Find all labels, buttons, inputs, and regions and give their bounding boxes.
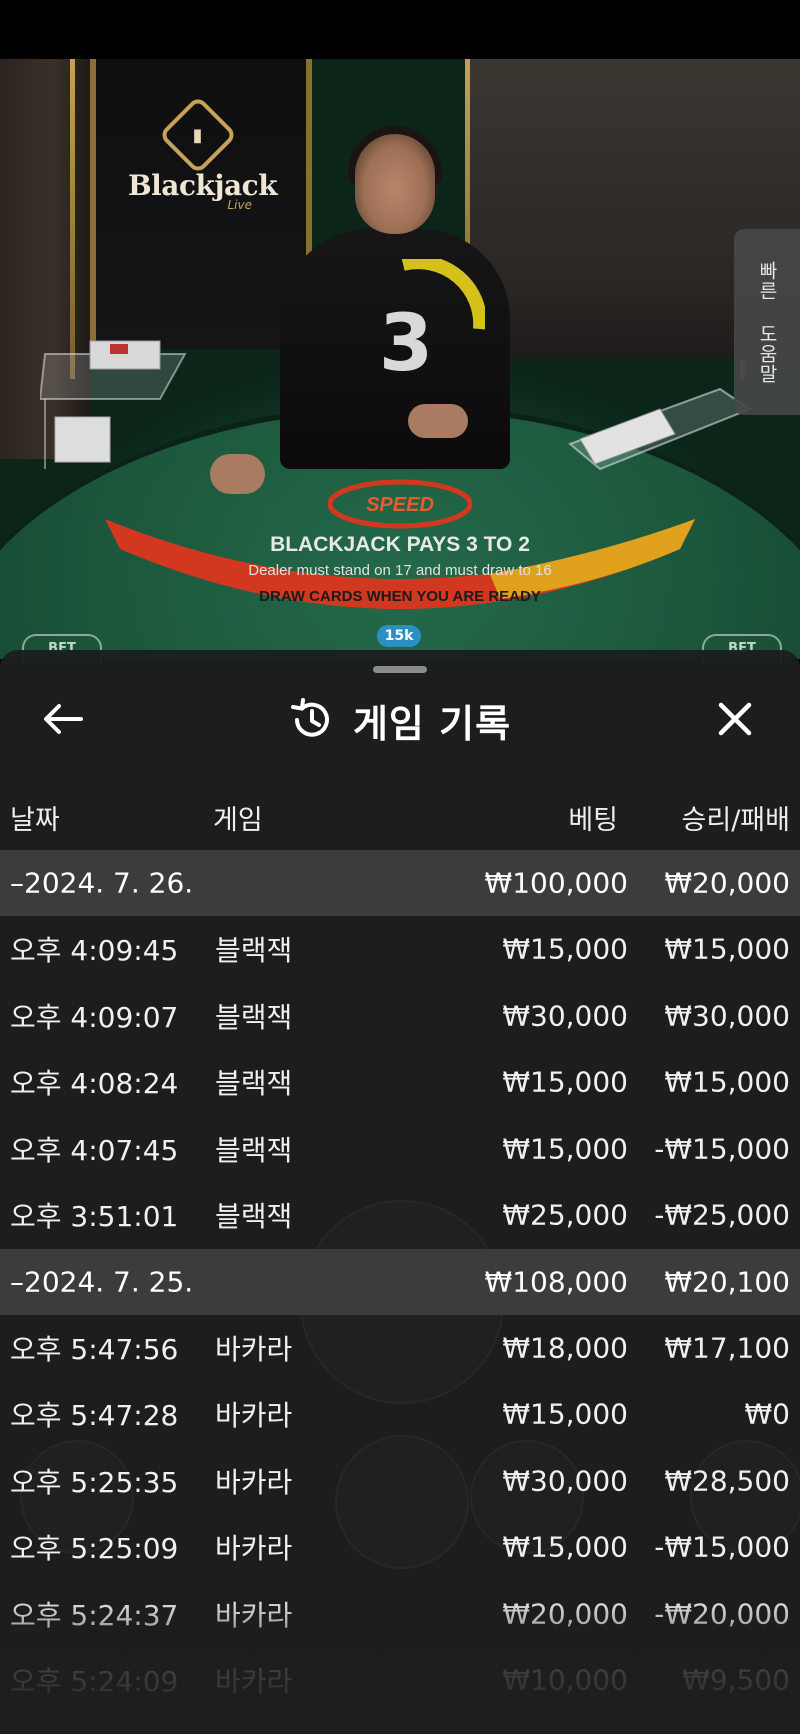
group-total-bet: ₩108,000 — [484, 1265, 628, 1298]
row-result: ₩17,100 — [664, 1331, 790, 1365]
round-timer: 3 — [355, 259, 485, 389]
quick-help-tab[interactable]: 빠른 도움말 — [734, 229, 800, 415]
column-header-game: 게임 — [213, 805, 263, 836]
row-game: 바카라 — [215, 1465, 293, 1499]
chip-value-badge: 15k — [377, 625, 421, 647]
game-history-panel: 게임 기록 날짜 게임 베팅 승리/패배 –2024. 7. 26. ₩100,… — [0, 650, 800, 1734]
row-game: 블랙잭 — [215, 1133, 293, 1167]
date-group-row[interactable]: –2024. 7. 26. ₩100,000 ₩20,000 — [0, 850, 800, 916]
row-time: 오후 4:09:07 — [10, 1000, 179, 1034]
row-time: 오후 5:24:09 — [10, 1665, 179, 1699]
history-row[interactable]: 오후 5:25:35 바카라 ₩30,000 ₩28,500 — [0, 1448, 800, 1515]
row-time: 오후 3:51:01 — [10, 1200, 179, 1234]
payout-text: BLACKJACK PAYS 3 TO 2 — [270, 533, 530, 556]
row-game: 블랙잭 — [215, 1000, 293, 1034]
row-result: -₩15,000 — [654, 1530, 790, 1564]
row-game: 바카라 — [215, 1399, 293, 1433]
close-icon — [718, 702, 752, 736]
history-row[interactable]: 오후 5:24:37 바카라 ₩20,000 -₩20,000 — [0, 1581, 800, 1648]
row-time: 오후 5:25:09 — [10, 1532, 179, 1566]
speed-brand-text: SPEED — [366, 494, 434, 516]
row-game: 블랙잭 — [215, 934, 293, 968]
row-bet: ₩20,000 — [502, 1597, 628, 1631]
row-result: ₩15,000 — [664, 1065, 790, 1099]
row-bet: ₩30,000 — [502, 1464, 628, 1498]
row-result: ₩28,500 — [664, 1464, 790, 1498]
row-bet: ₩25,000 — [502, 1198, 628, 1232]
history-icon — [289, 698, 333, 742]
arrow-left-icon — [44, 704, 83, 734]
back-button[interactable] — [38, 694, 88, 744]
blackjack-live-logo: ▮ Blackjack Live — [128, 95, 278, 227]
row-result: ₩15,000 — [664, 932, 790, 966]
row-bet: ₩15,000 — [502, 1397, 628, 1431]
row-result: -₩15,000 — [654, 1132, 790, 1166]
row-bet: ₩10,000 — [502, 1663, 628, 1697]
row-time: 오후 4:09:45 — [10, 934, 179, 968]
history-row[interactable]: 오후 4:07:45 블랙잭 ₩15,000 -₩15,000 — [0, 1116, 800, 1183]
row-result: ₩9,500 — [682, 1663, 790, 1697]
column-header-date: 날짜 — [10, 805, 60, 836]
column-header-bet: 베팅 — [568, 805, 618, 836]
cards-logo-icon: ▮ — [158, 95, 238, 175]
group-date: –2024. 7. 26. — [10, 866, 194, 900]
row-time: 오후 5:47:56 — [10, 1332, 179, 1366]
row-result: -₩25,000 — [654, 1198, 790, 1232]
history-row[interactable]: 오후 4:09:07 블랙잭 ₩30,000 ₩30,000 — [0, 983, 800, 1050]
row-time: 오후 5:24:37 — [10, 1598, 179, 1632]
row-bet: ₩18,000 — [502, 1331, 628, 1365]
row-bet: ₩15,000 — [502, 1132, 628, 1166]
group-total-result: ₩20,000 — [664, 866, 790, 900]
row-game: 바카라 — [215, 1332, 293, 1366]
row-game: 블랙잭 — [215, 1067, 293, 1101]
panel-title-group: 게임 기록 — [0, 680, 800, 760]
row-bet: ₩15,000 — [502, 1065, 628, 1099]
row-time: 오후 5:25:35 — [10, 1465, 179, 1499]
row-time: 오후 4:08:24 — [10, 1067, 179, 1101]
row-bet: ₩30,000 — [502, 999, 628, 1033]
status-bar — [0, 0, 800, 59]
row-game: 바카라 — [215, 1532, 293, 1566]
row-bet: ₩15,000 — [502, 1530, 628, 1564]
history-column-headers: 날짜 게임 베팅 승리/패배 — [0, 790, 800, 840]
date-group-row[interactable]: –2024. 7. 25. ₩108,000 ₩20,100 — [0, 1248, 800, 1315]
history-row[interactable]: 오후 5:25:09 바카라 ₩15,000 -₩15,000 — [0, 1514, 800, 1581]
row-result: -₩20,000 — [654, 1597, 790, 1631]
history-row[interactable]: 오후 5:24:09 바카라 ₩10,000 ₩9,500 — [0, 1647, 800, 1714]
card-discard-tray — [38, 329, 190, 479]
history-row[interactable]: 오후 4:09:45 블랙잭 ₩15,000 ₩15,000 — [0, 916, 800, 983]
row-time: 오후 5:47:28 — [10, 1399, 179, 1433]
group-total-bet: ₩100,000 — [484, 866, 628, 900]
row-result: ₩0 — [744, 1397, 791, 1431]
close-button[interactable] — [710, 694, 760, 744]
history-row[interactable]: 오후 4:08:24 블랙잭 ₩15,000 ₩15,000 — [0, 1049, 800, 1116]
game-screen: ▮ Blackjack Live SPEED BLACKJACK PAYS 3 … — [0, 0, 800, 1734]
column-header-result: 승리/패배 — [681, 805, 790, 836]
history-row[interactable]: 오후 3:51:01 블랙잭 ₩25,000 -₩25,000 — [0, 1182, 800, 1249]
panel-title: 게임 기록 — [352, 701, 512, 746]
history-row[interactable]: 오후 5:47:28 바카라 ₩15,000 ₩0 — [0, 1381, 800, 1448]
countdown-number: 3 — [378, 299, 434, 389]
live-video-stream: ▮ Blackjack Live SPEED BLACKJACK PAYS 3 … — [0, 59, 800, 659]
group-total-result: ₩20,100 — [664, 1265, 790, 1298]
panel-header: 게임 기록 — [0, 680, 800, 760]
draw-rule-text: DRAW CARDS WHEN YOU ARE READY — [259, 588, 541, 605]
history-row[interactable]: 오후 5:47:56 바카라 ₩18,000 ₩17,100 — [0, 1315, 800, 1382]
row-time: 오후 4:07:45 — [10, 1133, 179, 1167]
history-list: –2024. 7. 26. ₩100,000 ₩20,000 오후 4:09:4… — [0, 850, 800, 1714]
dealer-rule-text: Dealer must stand on 17 and must draw to… — [248, 562, 552, 579]
row-game: 바카라 — [215, 1665, 293, 1699]
row-game: 블랙잭 — [215, 1200, 293, 1234]
group-date: –2024. 7. 25. — [10, 1265, 194, 1298]
row-game: 바카라 — [215, 1598, 293, 1632]
row-bet: ₩15,000 — [502, 932, 628, 966]
drag-handle[interactable] — [373, 666, 427, 673]
row-result: ₩30,000 — [664, 999, 790, 1033]
